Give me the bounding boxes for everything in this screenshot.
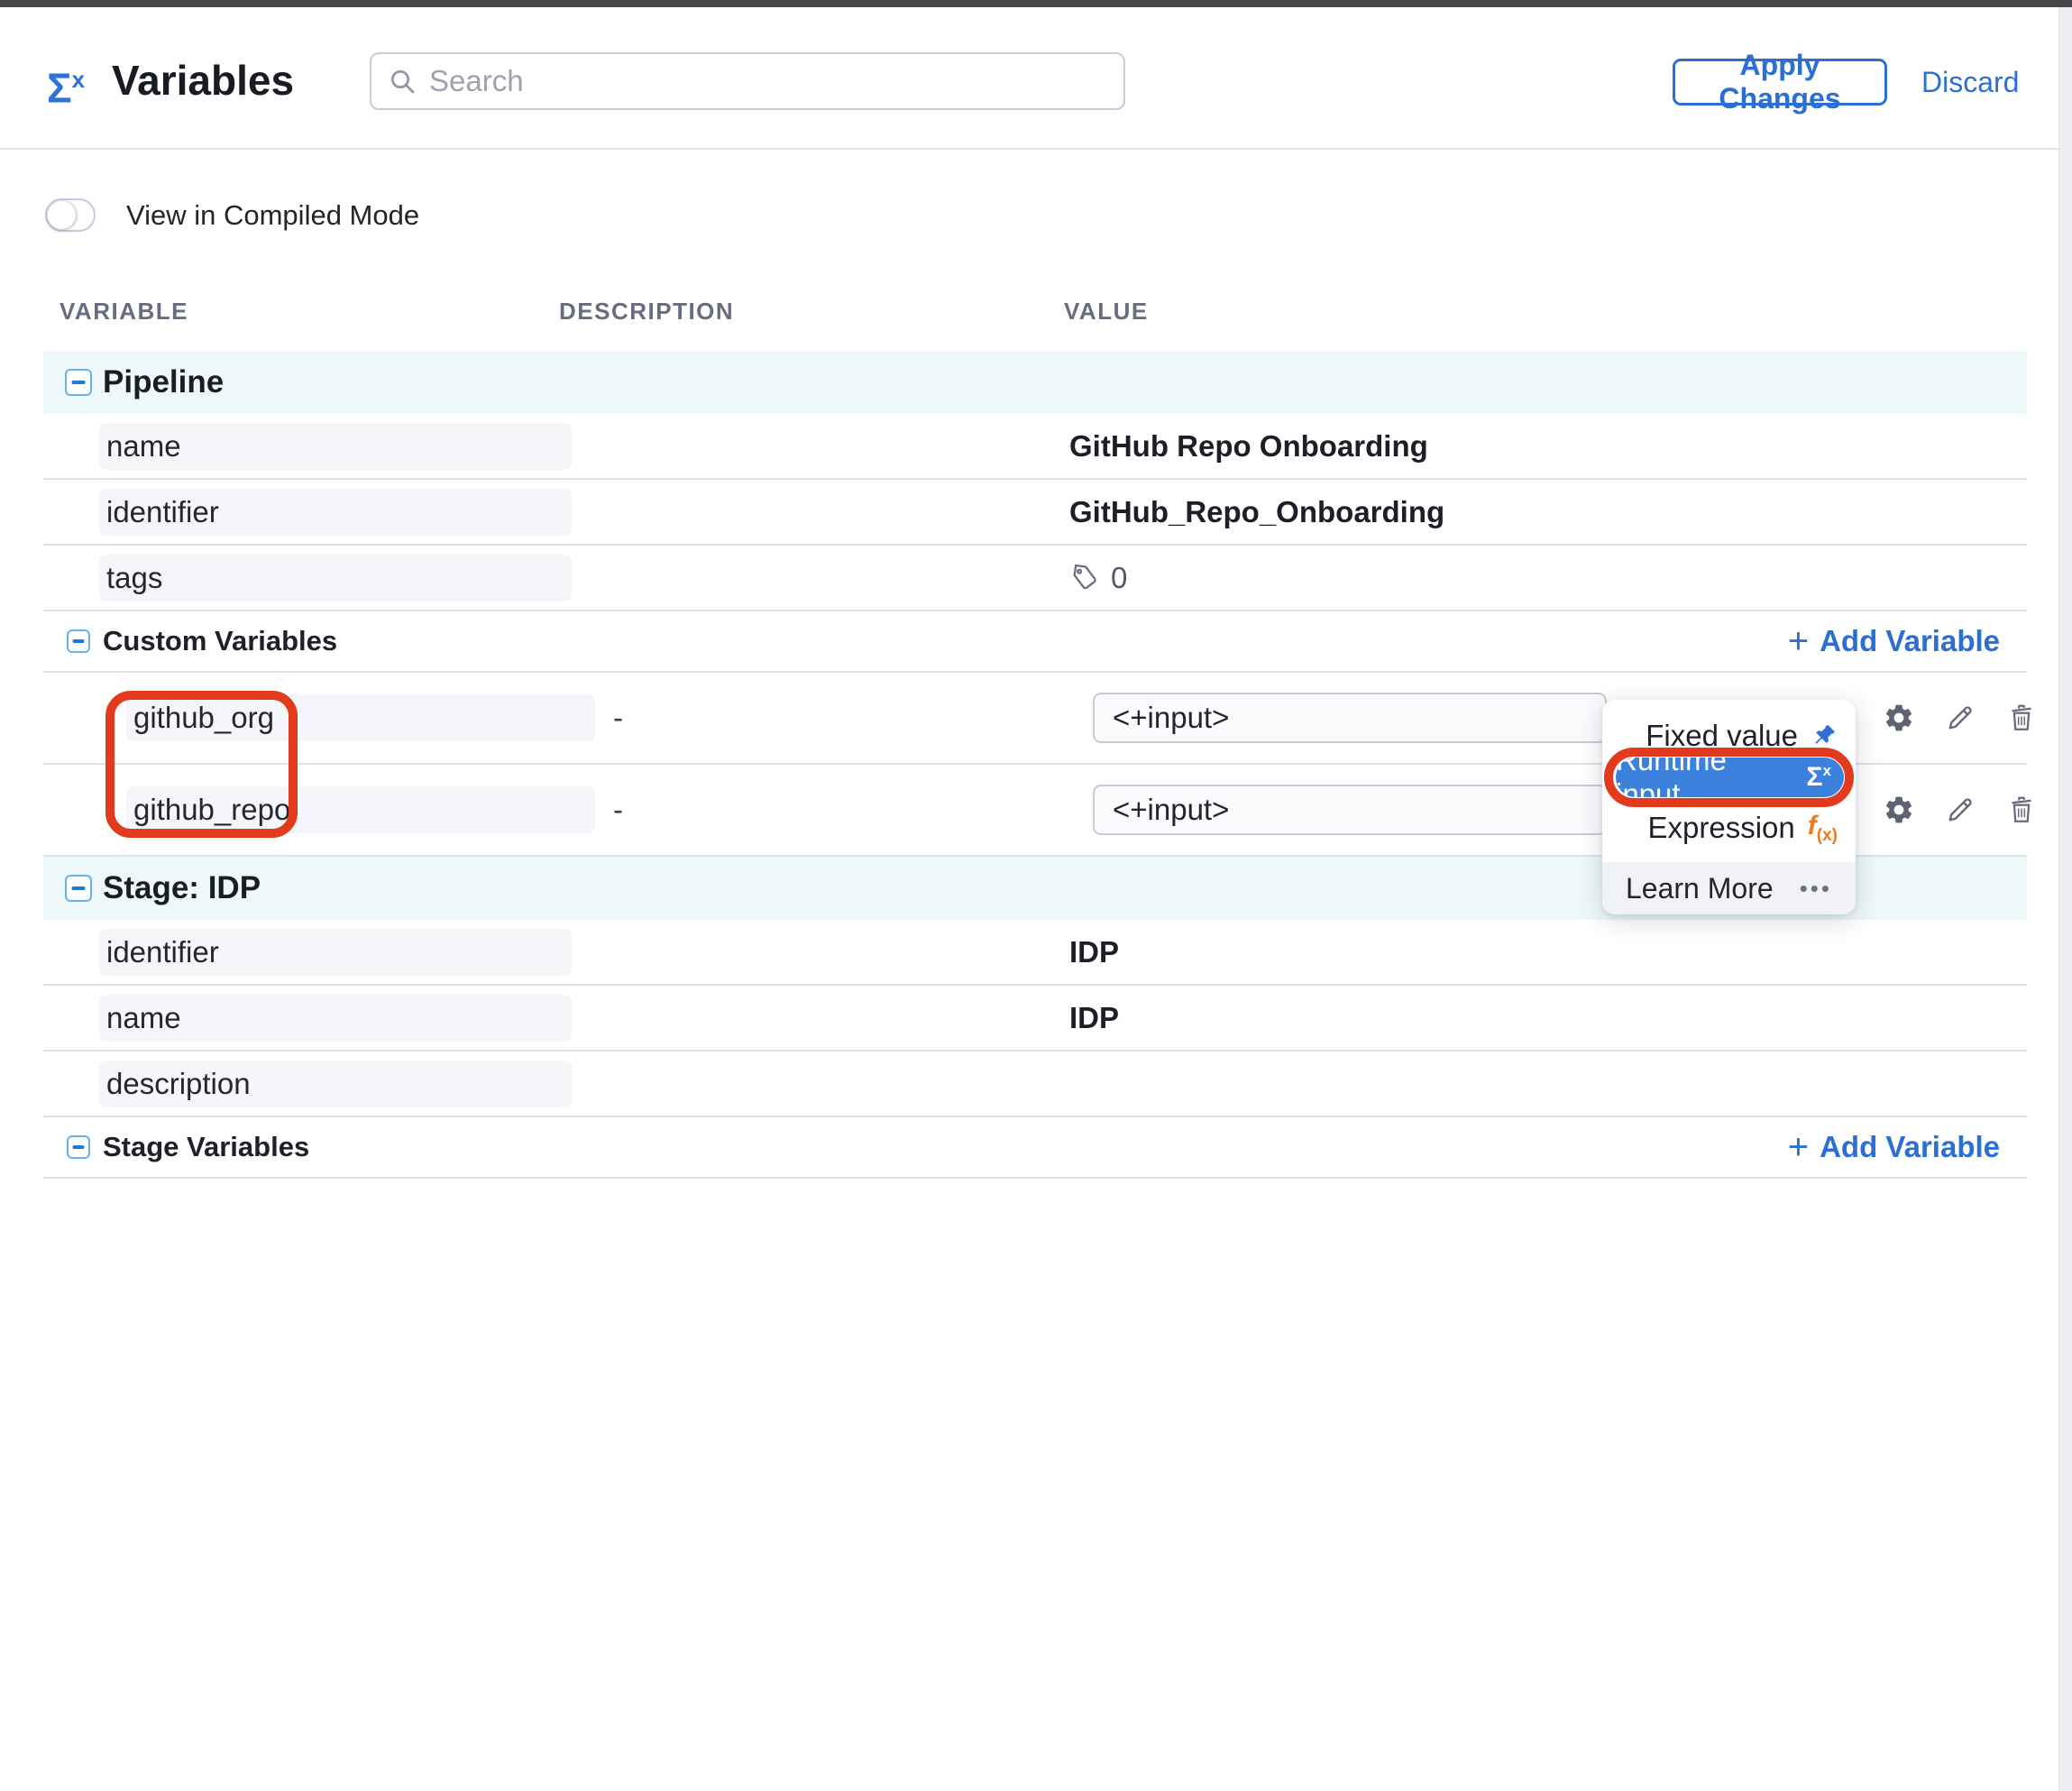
value-type-menu: Fixed value Runtime input Σx Expression …: [1602, 700, 1856, 914]
runtime-input-field[interactable]: <+input>: [1093, 785, 1607, 835]
input-value: <+input>: [1113, 793, 1229, 827]
variable-value: GitHub Repo Onboarding: [1069, 429, 1428, 464]
variable-label: identifier: [106, 495, 219, 529]
apply-changes-button[interactable]: Apply Changes: [1673, 59, 1887, 106]
row-pipeline-tags: tags 0: [43, 546, 2027, 611]
variable-label-chip: name: [99, 995, 572, 1042]
variable-label: github_org: [133, 701, 274, 735]
collapse-minus-icon[interactable]: [67, 629, 90, 653]
table-header-row: VARIABLE DESCRIPTION VALUE: [43, 298, 2027, 335]
row-actions: [1883, 702, 2038, 734]
settings-gear-icon[interactable]: [1883, 794, 1915, 826]
page-title: Variables: [112, 55, 294, 106]
expression-fx-icon: f(x): [1808, 811, 1838, 846]
tags-value: 0: [1069, 561, 1127, 595]
delete-trash-icon[interactable]: [2005, 702, 2038, 734]
row-stage-identifier: identifier IDP: [43, 920, 2027, 986]
variable-label: name: [106, 1001, 181, 1035]
variables-sigma-icon: Σx: [47, 56, 85, 111]
runtime-input-field[interactable]: <+input>: [1093, 693, 1607, 743]
variables-panel: Σx Variables Apply Changes Discard View …: [0, 0, 2072, 1791]
section-title-pipeline: Pipeline: [103, 364, 224, 400]
variable-label: identifier: [106, 935, 219, 969]
variable-label-chip: identifier: [99, 929, 572, 976]
add-variable-label: Add Variable: [1820, 1130, 2000, 1164]
runtime-sigma-icon: Σx: [1807, 762, 1831, 793]
variable-label-chip: identifier: [99, 489, 572, 536]
tag-icon: [1068, 561, 1100, 593]
subsection-title-stage-variables: Stage Variables: [103, 1131, 309, 1163]
learn-more-label: Learn More: [1626, 872, 1774, 905]
row-stage-description: description: [43, 1052, 2027, 1117]
search-icon: [388, 67, 417, 96]
variable-value: IDP: [1069, 935, 1119, 969]
window-top-strip: [0, 0, 2072, 7]
input-value: <+input>: [1113, 701, 1229, 735]
scrollbar-track[interactable]: [2058, 7, 2072, 1791]
row-pipeline-identifier: identifier GitHub_Repo_Onboarding: [43, 480, 2027, 546]
compiled-mode-toggle[interactable]: [45, 198, 96, 232]
variable-label-chip: name: [99, 423, 572, 470]
settings-gear-icon[interactable]: [1883, 702, 1915, 734]
panel-header: Σx Variables Apply Changes Discard: [0, 7, 2072, 150]
delete-trash-icon[interactable]: [2005, 794, 2038, 826]
menu-item-expression[interactable]: Expression f(x): [1648, 806, 1838, 850]
search-box[interactable]: [370, 52, 1125, 110]
plus-icon: +: [1788, 1134, 1809, 1161]
column-header-variable: VARIABLE: [60, 298, 188, 326]
tags-count: 0: [1111, 561, 1127, 595]
variable-label-chip: tags: [99, 555, 572, 602]
section-row-pipeline: Pipeline: [43, 351, 2027, 414]
variable-label-chip: description: [99, 1061, 572, 1107]
variable-label: name: [106, 429, 181, 464]
column-header-value: VALUE: [1064, 298, 1149, 326]
menu-item-label: Expression: [1648, 811, 1795, 845]
subsection-row-stage-variables: Stage Variables + Add Variable: [43, 1117, 2027, 1179]
compiled-mode-row: View in Compiled Mode: [45, 198, 419, 232]
variable-name-chip[interactable]: github_repo: [126, 786, 595, 833]
add-variable-button[interactable]: + Add Variable: [1788, 1130, 2000, 1164]
variable-description: -: [613, 701, 623, 735]
variable-name-chip[interactable]: github_org: [126, 694, 595, 741]
variable-label: github_repo: [133, 793, 290, 827]
variable-value: IDP: [1069, 1001, 1119, 1035]
collapse-minus-icon[interactable]: [65, 369, 92, 396]
discard-button[interactable]: Discard: [1921, 59, 2019, 106]
edit-pencil-icon[interactable]: [1944, 702, 1976, 734]
row-actions: [1883, 794, 2038, 826]
menu-item-label: Runtime input: [1616, 743, 1794, 812]
variable-value: GitHub_Repo_Onboarding: [1069, 495, 1444, 529]
add-variable-button[interactable]: + Add Variable: [1788, 624, 2000, 658]
row-stage-name: name IDP: [43, 986, 2027, 1052]
variable-label: tags: [106, 561, 162, 595]
add-variable-label: Add Variable: [1820, 624, 2000, 658]
toggle-knob: [48, 201, 76, 229]
row-pipeline-name: name GitHub Repo Onboarding: [43, 414, 2027, 480]
menu-item-runtime-input[interactable]: Runtime input Σx: [1616, 758, 1844, 797]
edit-pencil-icon[interactable]: [1944, 794, 1976, 826]
variable-description: -: [613, 793, 623, 827]
menu-footer-learn-more[interactable]: Learn More •••: [1602, 862, 1856, 914]
ellipsis-icon: •••: [1800, 875, 1832, 903]
subsection-title-custom-variables: Custom Variables: [103, 625, 337, 657]
pin-icon: [1811, 722, 1838, 749]
compiled-mode-label: View in Compiled Mode: [126, 199, 419, 232]
plus-icon: +: [1788, 628, 1809, 655]
collapse-minus-icon[interactable]: [65, 875, 92, 902]
collapse-minus-icon[interactable]: [67, 1135, 90, 1159]
section-title-stage-idp: Stage: IDP: [103, 870, 261, 906]
variable-label: description: [106, 1067, 251, 1101]
subsection-row-custom-variables: Custom Variables + Add Variable: [43, 611, 2027, 673]
column-header-description: DESCRIPTION: [559, 298, 734, 326]
search-input[interactable]: [429, 64, 1107, 98]
